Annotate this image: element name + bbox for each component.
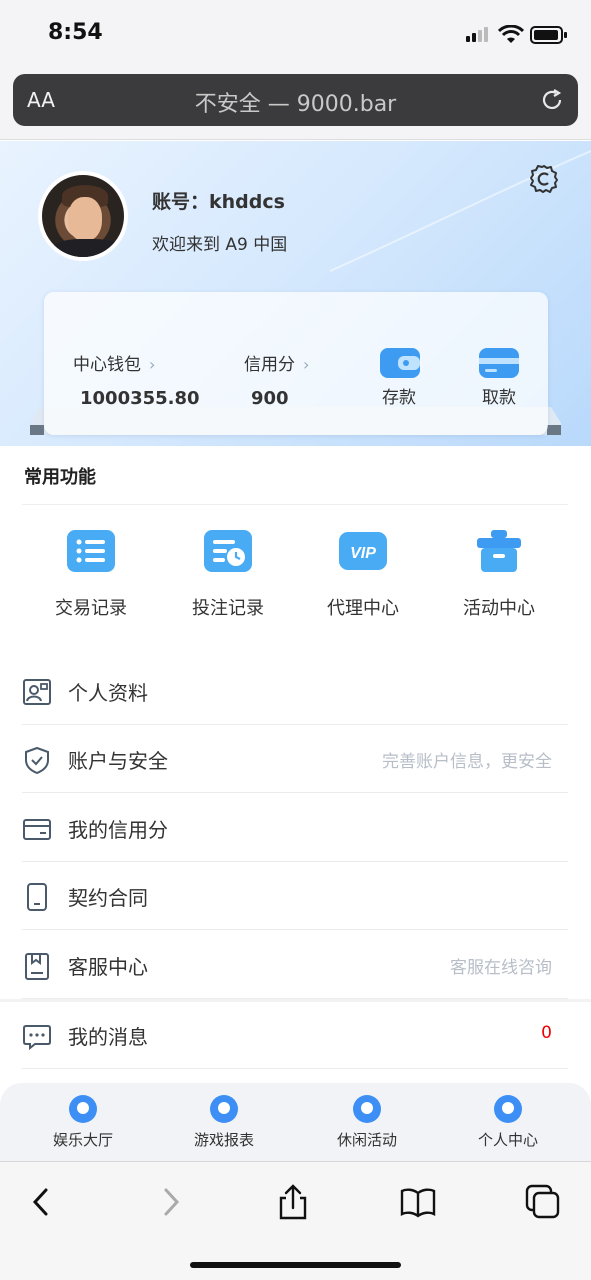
profile-card-icon — [23, 679, 51, 705]
func-label: 交易记录 — [55, 598, 127, 619]
tab-leisure-activity[interactable]: 休闲活动 — [312, 1095, 422, 1150]
menu-personal-info[interactable]: 个人资料 — [22, 657, 568, 725]
deposit-label: 存款 — [382, 388, 416, 408]
menu-label: 契约合同 — [68, 886, 148, 910]
message-count-badge: 0 — [541, 1023, 552, 1043]
center-wallet-label: 中心钱包 — [73, 355, 141, 375]
wifi-icon — [498, 25, 524, 43]
url-text[interactable]: 不安全 — 9000.bar — [13, 86, 578, 118]
home-indicator — [190, 1262, 401, 1268]
menu-my-credit[interactable]: 我的信用分 — [22, 794, 568, 862]
bank-card-icon — [479, 348, 519, 378]
withdraw-label: 取款 — [482, 388, 516, 408]
reload-icon[interactable] — [540, 88, 564, 112]
bet-record-icon — [204, 530, 252, 572]
func-agent-center[interactable]: VIP 代理中心 — [308, 528, 418, 620]
tab-label: 休闲活动 — [336, 1131, 397, 1149]
menu-label: 客服中心 — [68, 955, 148, 979]
tab-label: 游戏报表 — [193, 1131, 254, 1149]
tab-personal-center[interactable]: 个人中心 — [453, 1095, 563, 1150]
credit-value: 900 — [251, 388, 289, 409]
welcome-text: 欢迎来到 A9 中国 — [152, 235, 288, 255]
contract-icon — [27, 883, 47, 911]
menu-label: 我的信用分 — [68, 818, 168, 842]
withdraw-button[interactable]: 取款 — [464, 342, 534, 412]
menu-hint: 完善账户信息，更安全 — [382, 752, 552, 772]
message-icon — [23, 1025, 51, 1051]
forward-icon[interactable] — [152, 1184, 188, 1220]
wallet-card: 中心钱包 › 1000355.80 信用分 › 900 存款 取款 — [44, 292, 548, 435]
address-bar[interactable]: AA 不安全 — 9000.bar — [13, 74, 578, 126]
tab-label: 个人中心 — [477, 1131, 538, 1149]
func-activity-center[interactable]: 活动中心 — [444, 528, 554, 620]
list-icon — [67, 530, 115, 572]
common-functions-title: 常用功能 — [24, 467, 96, 488]
user-icon — [494, 1095, 522, 1123]
deposit-button[interactable]: 存款 — [364, 342, 434, 412]
settings-gear-icon[interactable] — [528, 163, 560, 195]
home-icon — [69, 1095, 97, 1123]
center-wallet-link[interactable]: 中心钱包 › — [73, 350, 155, 375]
chevron-right-icon: › — [149, 355, 156, 374]
menu-label: 个人资料 — [68, 681, 148, 705]
account-label: 账号： — [152, 191, 210, 213]
battery-icon — [530, 26, 567, 44]
bookmarks-icon[interactable] — [400, 1184, 436, 1220]
center-wallet-value: 1000355.80 — [80, 388, 200, 409]
func-label: 投注记录 — [192, 598, 264, 619]
tabs-icon[interactable] — [525, 1184, 561, 1220]
card-icon — [23, 819, 51, 840]
menu-label: 账户与安全 — [68, 749, 168, 773]
share-icon[interactable] — [275, 1184, 311, 1220]
bottom-tab-bar: 娱乐大厅 游戏报表 休闲活动 个人中心 — [0, 1083, 591, 1161]
avatar[interactable] — [38, 171, 128, 261]
divider — [22, 504, 568, 505]
wallet-icon — [380, 348, 420, 378]
func-label: 代理中心 — [327, 598, 399, 619]
account-name: khddcs — [209, 191, 285, 213]
tab-game-report[interactable]: 游戏报表 — [169, 1095, 279, 1150]
back-icon[interactable] — [24, 1184, 60, 1220]
menu-hint: 客服在线咨询 — [450, 958, 552, 978]
chevron-right-icon: › — [303, 355, 310, 374]
report-icon — [210, 1095, 238, 1123]
credit-score-link[interactable]: 信用分 › — [244, 350, 309, 375]
tab-label: 娱乐大厅 — [52, 1131, 113, 1149]
func-label: 活动中心 — [463, 598, 535, 619]
func-transaction-records[interactable]: 交易记录 — [36, 528, 146, 620]
vip-icon: VIP — [339, 532, 387, 570]
activity-icon — [353, 1095, 381, 1123]
svg-text:VIP: VIP — [350, 545, 376, 562]
browser-address-area: AA 不安全 — 9000.bar — [0, 66, 591, 140]
func-bet-records[interactable]: 投注记录 — [173, 528, 283, 620]
service-icon — [25, 953, 49, 980]
profile-header: 账号：khddcs 欢迎来到 A9 中国 中心钱包 › 1000355.80 信用… — [0, 141, 591, 446]
menu-contract[interactable]: 契约合同 — [22, 862, 568, 930]
shield-icon — [25, 746, 49, 775]
menu-label: 我的消息 — [68, 1025, 148, 1049]
status-bar: 8:54 — [0, 0, 591, 66]
credit-label: 信用分 — [244, 355, 295, 375]
tab-lobby[interactable]: 娱乐大厅 — [28, 1095, 138, 1150]
status-time: 8:54 — [48, 20, 103, 45]
menu-my-messages[interactable]: 我的消息 0 — [22, 1001, 568, 1069]
gift-icon — [477, 530, 521, 572]
menu-customer-service[interactable]: 客服中心 客服在线咨询 — [22, 931, 568, 999]
account-line: 账号：khddcs — [152, 187, 285, 214]
menu-account-security[interactable]: 账户与安全 完善账户信息，更安全 — [22, 725, 568, 793]
